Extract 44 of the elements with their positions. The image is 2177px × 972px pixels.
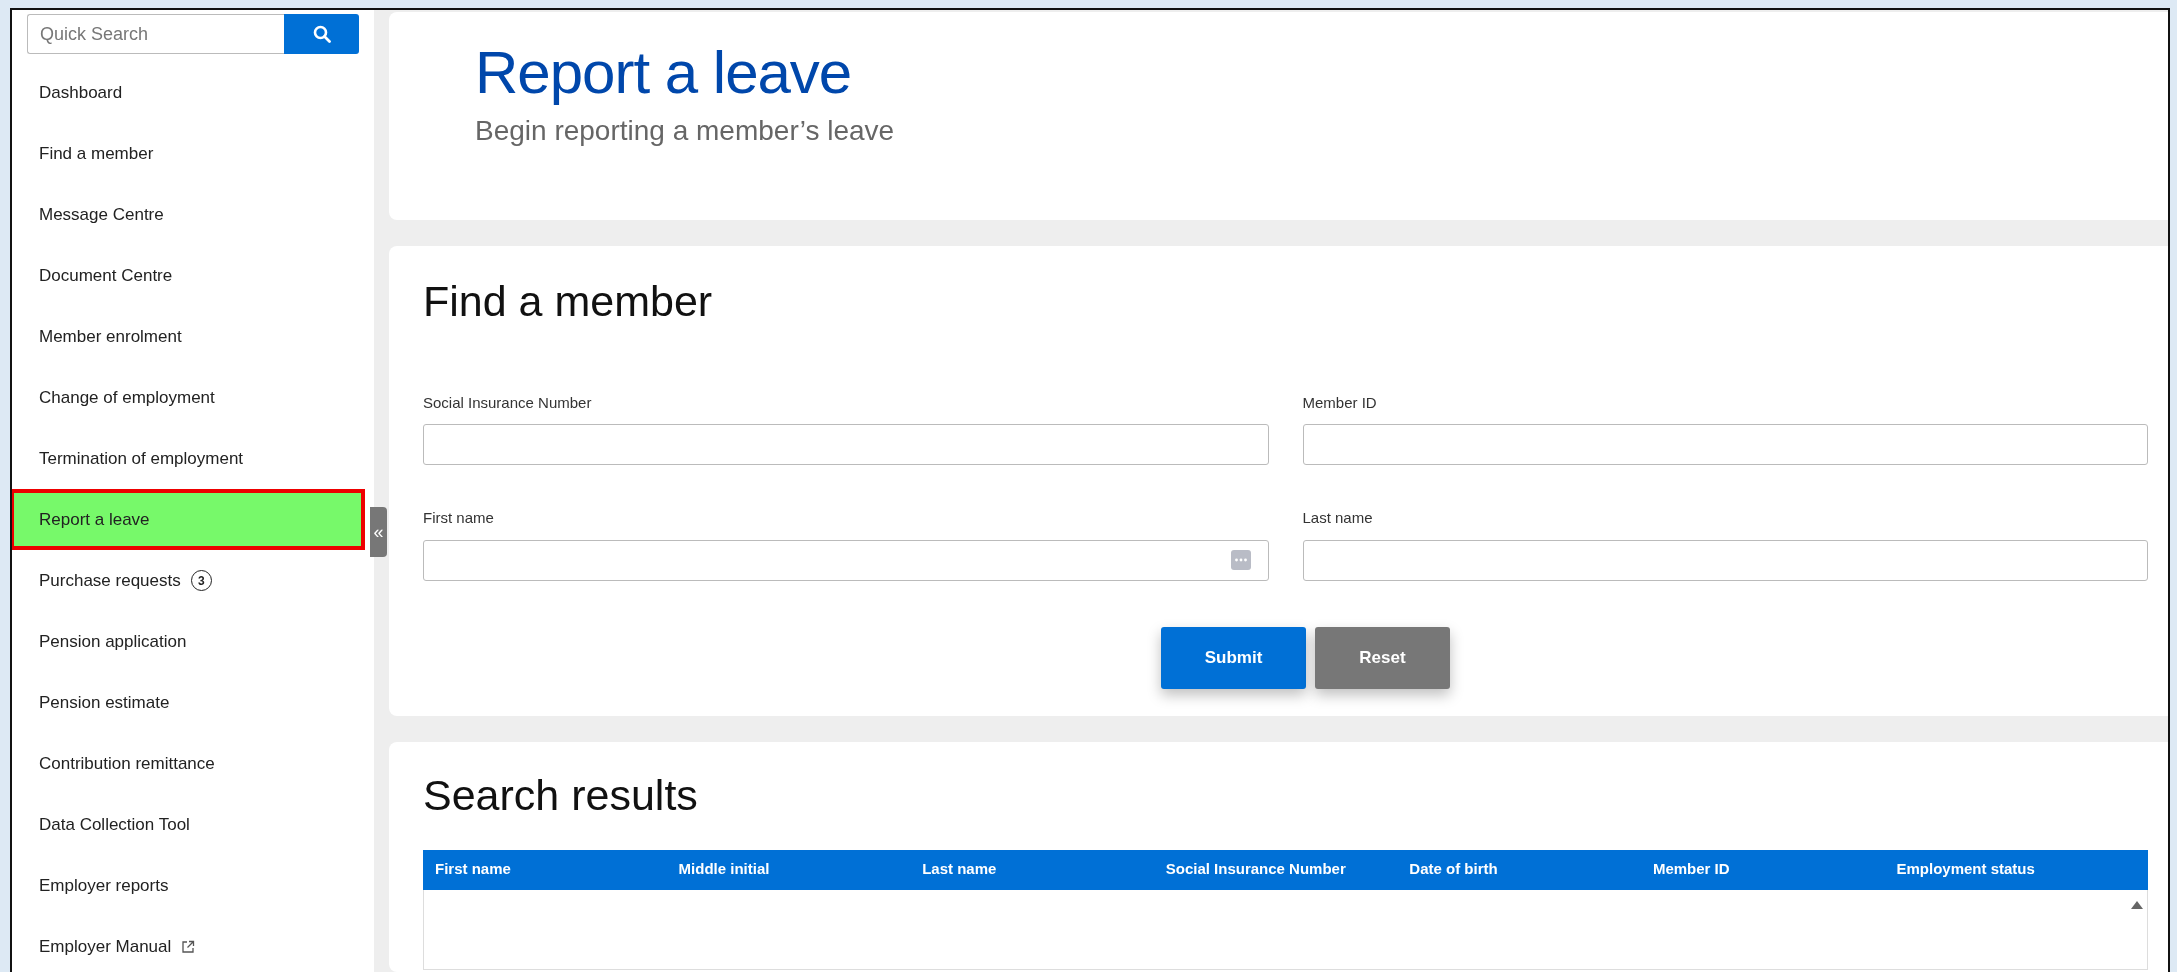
search-button[interactable] bbox=[284, 14, 359, 54]
nav-item-label: Employer Manual bbox=[39, 935, 172, 958]
nav-item[interactable]: Data Collection Tool bbox=[12, 794, 365, 855]
input-field[interactable] bbox=[1302, 424, 2148, 466]
field-label: Social Insurance Number bbox=[423, 392, 593, 413]
reset-button[interactable]: Reset bbox=[1315, 626, 1450, 689]
nav-item[interactable]: Termination of employment bbox=[12, 428, 365, 489]
column-header: Date of birth bbox=[1408, 859, 1499, 880]
nav-item-label: Purchase requests bbox=[39, 569, 181, 592]
field-label: Last name bbox=[1302, 508, 1374, 529]
column-header: Middle initial bbox=[677, 859, 771, 880]
page-title: Report a leave bbox=[475, 40, 853, 106]
input-field[interactable] bbox=[1302, 539, 2148, 581]
input-field[interactable] bbox=[423, 424, 1269, 466]
search-icon bbox=[312, 25, 331, 43]
submit-button[interactable]: Submit bbox=[1161, 626, 1306, 689]
column-header: Member ID bbox=[1651, 859, 1731, 880]
nav-item[interactable]: Employer reports bbox=[12, 855, 365, 916]
input-field[interactable] bbox=[423, 539, 1269, 581]
nav-item[interactable]: Member enrolment bbox=[12, 306, 365, 367]
nav-item[interactable]: Dashboard bbox=[12, 62, 365, 123]
scroll-up-icon[interactable] bbox=[2130, 899, 2144, 910]
more-icon[interactable] bbox=[1229, 549, 1252, 572]
nav-item[interactable]: Report a leave bbox=[12, 489, 365, 550]
column-header: Social Insurance Number bbox=[1164, 859, 1347, 880]
nav-item[interactable]: Contribution remittance bbox=[12, 733, 365, 794]
nav-item[interactable]: Find a member bbox=[12, 123, 365, 184]
column-header: Employment status bbox=[1895, 859, 2036, 880]
field-label: First name bbox=[423, 508, 495, 529]
nav-item[interactable]: Change of employment bbox=[12, 367, 365, 428]
section-title: Search results bbox=[423, 770, 699, 821]
nav-item[interactable]: Document Centre bbox=[12, 245, 365, 306]
section-title: Find a member bbox=[423, 276, 714, 327]
nav-item[interactable]: Employer Manual bbox=[12, 916, 365, 972]
collapse-button[interactable]: « bbox=[370, 507, 387, 557]
nav-item[interactable]: Pension application bbox=[12, 611, 365, 672]
nav-item[interactable]: Message Centre bbox=[12, 184, 365, 245]
nav-item[interactable]: Pension estimate bbox=[12, 672, 365, 733]
column-header: First name bbox=[434, 859, 512, 880]
field-label: Member ID bbox=[1302, 392, 1378, 413]
search-field[interactable]: Quick Search bbox=[27, 14, 284, 54]
page-subtitle: Begin reporting a member’s leave bbox=[475, 114, 896, 148]
column-header: Last name bbox=[921, 859, 998, 880]
nav-item[interactable]: Purchase requests 3 bbox=[12, 550, 365, 611]
